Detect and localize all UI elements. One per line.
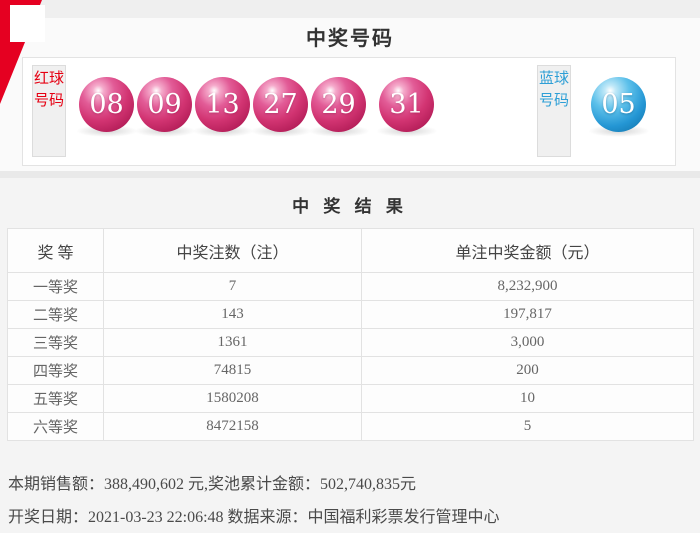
prize-amount: 8,232,900 [361, 272, 694, 301]
prize-amount: 10 [361, 384, 694, 413]
blue-ball: 05 [591, 77, 646, 132]
draw-date-source-line: 开奖日期：2021-03-23 22:06:48 数据来源：中国福利彩票发行管理… [8, 509, 500, 526]
header-prize-amount: 单注中奖金额（元） [361, 228, 694, 273]
table-row: 二等奖 143 197,817 [7, 300, 694, 329]
prize-level: 四等奖 [7, 356, 104, 385]
ball-box: 红球号码 08 09 13 27 29 31 蓝球号码 05 [22, 57, 676, 166]
corner-cover [10, 5, 45, 42]
table-row: 一等奖 7 8,232,900 [7, 272, 694, 301]
winning-bets: 1580208 [103, 384, 362, 413]
section-divider [0, 171, 700, 178]
table-row: 三等奖 1361 3,000 [7, 328, 694, 357]
winning-bets: 1361 [103, 328, 362, 357]
prize-level: 一等奖 [7, 272, 104, 301]
table-row: 四等奖 74815 200 [7, 356, 694, 385]
lottery-result-page: 中奖号码 红球号码 08 09 13 27 29 31 蓝球号码 05 中 奖 … [0, 0, 700, 533]
red-ball-5: 29 [311, 77, 366, 132]
winning-bets: 74815 [103, 356, 362, 385]
blue-ball-label: 蓝球号码 [537, 65, 571, 157]
table-header-row: 奖 等 中奖注数（注） 单注中奖金额（元） [7, 228, 694, 273]
prize-amount: 197,817 [361, 300, 694, 329]
top-strip [0, 0, 700, 18]
red-ball-2: 09 [137, 77, 192, 132]
prize-level: 六等奖 [7, 412, 104, 441]
red-ball-3: 13 [195, 77, 250, 132]
page-title: 中奖号码 [306, 28, 394, 50]
header-winning-bets: 中奖注数（注） [103, 228, 362, 273]
prize-level: 三等奖 [7, 328, 104, 357]
red-ball-4: 27 [253, 77, 308, 132]
table-row: 六等奖 8472158 5 [7, 412, 694, 441]
prize-amount: 5 [361, 412, 694, 441]
sales-summary-line: 本期销售额：388,490,602 元,奖池累计金额：502,740,835元 [8, 476, 417, 493]
result-section-title: 中 奖 结 果 [292, 197, 408, 216]
red-ball-1: 08 [79, 77, 134, 132]
header-prize-level: 奖 等 [7, 228, 104, 273]
prize-level: 二等奖 [7, 300, 104, 329]
red-ball-6: 31 [379, 77, 434, 132]
prize-table: 奖 等 中奖注数（注） 单注中奖金额（元） 一等奖 7 8,232,900 二等… [7, 228, 694, 441]
winning-bets: 7 [103, 272, 362, 301]
prize-amount: 200 [361, 356, 694, 385]
table-row: 五等奖 1580208 10 [7, 384, 694, 413]
prize-level: 五等奖 [7, 384, 104, 413]
prize-amount: 3,000 [361, 328, 694, 357]
winning-bets: 143 [103, 300, 362, 329]
winning-bets: 8472158 [103, 412, 362, 441]
